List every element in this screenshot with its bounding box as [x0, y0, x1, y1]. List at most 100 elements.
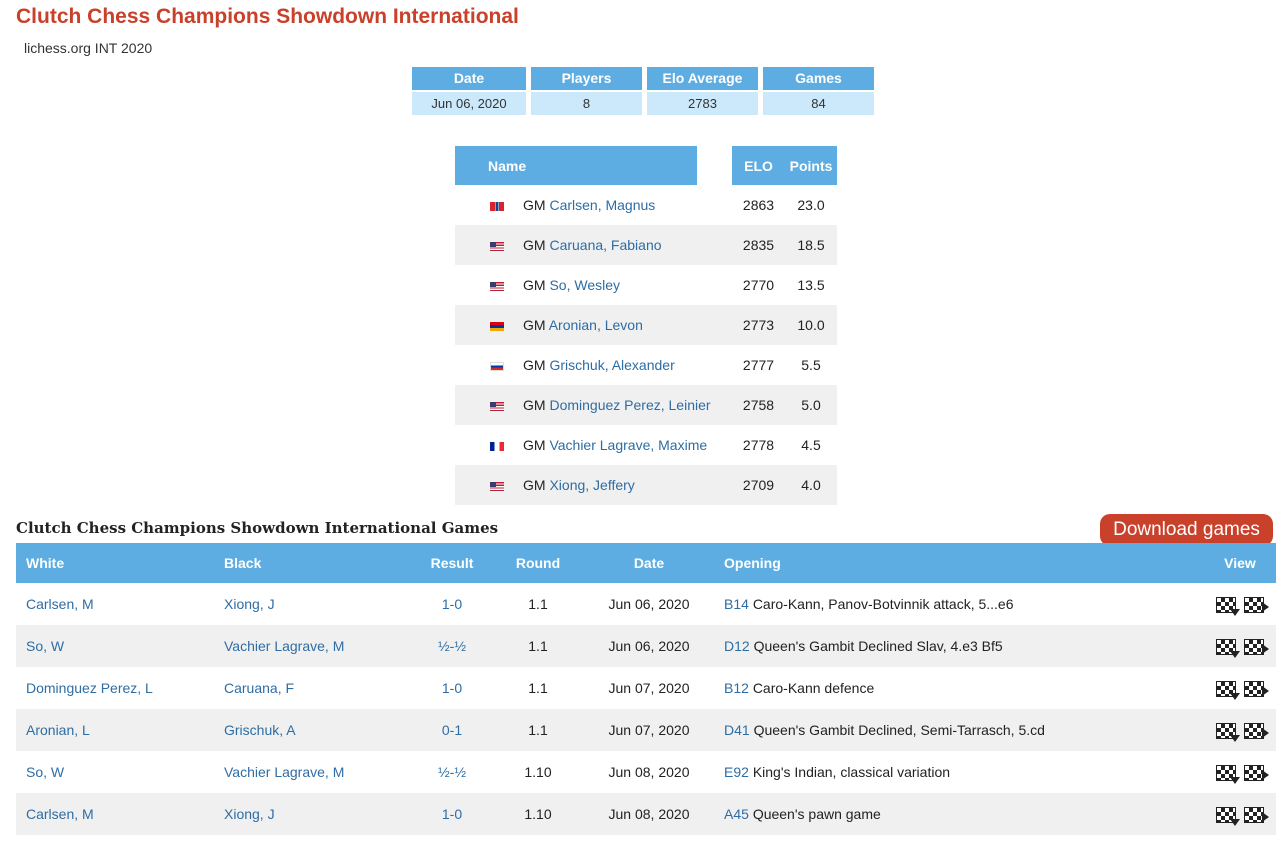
games-header: White Black Result Round Date Opening Vi… — [16, 543, 1276, 583]
usa-flag-icon — [489, 401, 504, 411]
player-cell: GM Dominguez Perez, Leinier — [523, 385, 732, 425]
game-result-link[interactable]: 1-0 — [442, 680, 462, 696]
flag-cell — [455, 305, 523, 345]
summary-value: 84 — [763, 92, 874, 115]
summary-value: 8 — [531, 92, 642, 115]
flag-cell — [455, 225, 523, 265]
elo-column-header: ELO — [732, 146, 785, 185]
open-game-icon[interactable] — [1244, 638, 1269, 655]
open-game-icon[interactable] — [1244, 806, 1269, 823]
white-player-link[interactable]: Carlsen, M — [26, 596, 94, 612]
points-column-header: Points — [785, 146, 837, 185]
standings-row: GM Caruana, Fabiano 2835 18.5 — [455, 225, 837, 265]
game-round: 1.1 — [492, 625, 584, 667]
player-title: GM — [523, 277, 546, 293]
player-name-link[interactable]: Vachier Lagrave, Maxime — [549, 437, 707, 453]
player-elo: 2758 — [732, 385, 785, 425]
open-game-icon[interactable] — [1244, 596, 1269, 613]
player-cell: GM Carlsen, Magnus — [523, 185, 732, 225]
player-name-link[interactable]: Aronian, Levon — [549, 317, 643, 333]
game-result-link[interactable]: ½-½ — [438, 764, 466, 780]
player-points: 18.5 — [785, 225, 837, 265]
round-column-header[interactable]: Round — [492, 543, 584, 583]
open-game-icon[interactable] — [1244, 680, 1269, 697]
player-name-link[interactable]: Dominguez Perez, Leinier — [549, 397, 710, 413]
opening-column-header[interactable]: Opening — [714, 543, 1144, 583]
opening-name: Queen's Gambit Declined, Semi-Tarrasch, … — [753, 722, 1045, 738]
summary-players: Players 8 — [531, 67, 642, 115]
player-points: 5.0 — [785, 385, 837, 425]
black-player-link[interactable]: Xiong, J — [224, 806, 275, 822]
open-game-icon[interactable] — [1244, 722, 1269, 739]
player-name-link[interactable]: Carlsen, Magnus — [549, 197, 655, 213]
eco-code-link[interactable]: E92 — [724, 764, 749, 780]
flag-cell — [455, 425, 523, 465]
black-player-link[interactable]: Xiong, J — [224, 596, 275, 612]
event-subtitle: lichess.org INT 2020 — [24, 40, 153, 56]
player-points: 13.5 — [797, 277, 825, 293]
player-elo: 2863 — [742, 197, 775, 213]
download-games-button[interactable]: Download games — [1100, 514, 1273, 546]
black-player-link[interactable]: Caruana, F — [224, 680, 294, 696]
player-name-link[interactable]: Grischuk, Alexander — [549, 357, 674, 373]
games-section-title: Clutch Chess Champions Showdown Internat… — [16, 519, 499, 537]
download-game-icon[interactable] — [1216, 806, 1240, 826]
standings-row: GM So, Wesley 2770 13.5 — [455, 265, 837, 305]
download-game-icon[interactable] — [1216, 722, 1240, 742]
game-round: 1.10 — [492, 793, 584, 835]
name-column-header: Name — [488, 146, 697, 185]
player-title: GM — [523, 357, 546, 373]
eco-code-link[interactable]: D41 — [724, 722, 750, 738]
white-player-link[interactable]: Dominguez Perez, L — [26, 680, 153, 696]
opening-name: Caro-Kann, Panov-Botvinnik attack, 5...e… — [752, 596, 1014, 612]
summary-label: Games — [763, 67, 874, 92]
white-player-link[interactable]: Carlsen, M — [26, 806, 94, 822]
game-result-link[interactable]: 1-0 — [442, 806, 462, 822]
opening-name: Queen's pawn game — [752, 806, 881, 822]
standings-header: Name ELO Points — [455, 146, 837, 185]
player-title: GM — [523, 397, 546, 413]
download-game-icon[interactable] — [1216, 596, 1240, 616]
black-player-link[interactable]: Vachier Lagrave, M — [224, 764, 344, 780]
eco-code-link[interactable]: D12 — [724, 638, 750, 654]
white-player-link[interactable]: So, W — [26, 764, 64, 780]
eco-code-link[interactable]: A45 — [724, 806, 749, 822]
player-elo: 2778 — [742, 437, 775, 453]
game-date: Jun 07, 2020 — [584, 709, 714, 751]
games-table: White Black Result Round Date Opening Vi… — [16, 543, 1276, 835]
download-game-icon[interactable] — [1216, 764, 1240, 784]
open-game-icon[interactable] — [1244, 764, 1269, 781]
game-row: Aronian, L Grischuk, A 0-1 1.1 Jun 07, 2020 D… — [16, 709, 1276, 751]
white-column-header[interactable]: White — [16, 543, 214, 583]
player-elo: 2835 — [732, 225, 785, 265]
game-result-link[interactable]: 1-0 — [442, 596, 462, 612]
summary-value: Jun 06, 2020 — [412, 92, 526, 115]
flag-cell — [455, 465, 523, 505]
white-player-link[interactable]: So, W — [26, 638, 64, 654]
download-game-icon[interactable] — [1216, 638, 1240, 658]
usa-flag-icon — [489, 281, 504, 291]
player-name-link[interactable]: So, Wesley — [549, 277, 620, 293]
black-column-header[interactable]: Black — [214, 543, 412, 583]
player-name-link[interactable]: Caruana, Fabiano — [549, 237, 661, 253]
opening-name: Queen's Gambit Declined Slav, 4.e3 Bf5 — [753, 638, 1003, 654]
player-points: 10.0 — [785, 305, 837, 345]
game-result-link[interactable]: 0-1 — [442, 722, 462, 738]
black-player-link[interactable]: Vachier Lagrave, M — [224, 638, 344, 654]
player-name-link[interactable]: Xiong, Jeffery — [549, 477, 634, 493]
player-points: 4.0 — [785, 465, 837, 505]
result-column-header[interactable]: Result — [412, 543, 492, 583]
player-title: GM — [523, 477, 546, 493]
summary-value: 2783 — [647, 92, 758, 115]
eco-code-link[interactable]: B12 — [724, 680, 749, 696]
game-date: Jun 08, 2020 — [608, 764, 690, 780]
player-elo: 2709 — [732, 465, 785, 505]
player-title: GM — [523, 197, 546, 213]
date-column-header[interactable]: Date — [584, 543, 714, 583]
white-player-link[interactable]: Aronian, L — [26, 722, 90, 738]
game-result-link[interactable]: ½-½ — [438, 638, 466, 654]
black-player-link[interactable]: Grischuk, A — [224, 722, 296, 738]
download-game-icon[interactable] — [1216, 680, 1240, 700]
player-cell: GM Caruana, Fabiano — [523, 225, 732, 265]
eco-code-link[interactable]: B14 — [724, 596, 749, 612]
